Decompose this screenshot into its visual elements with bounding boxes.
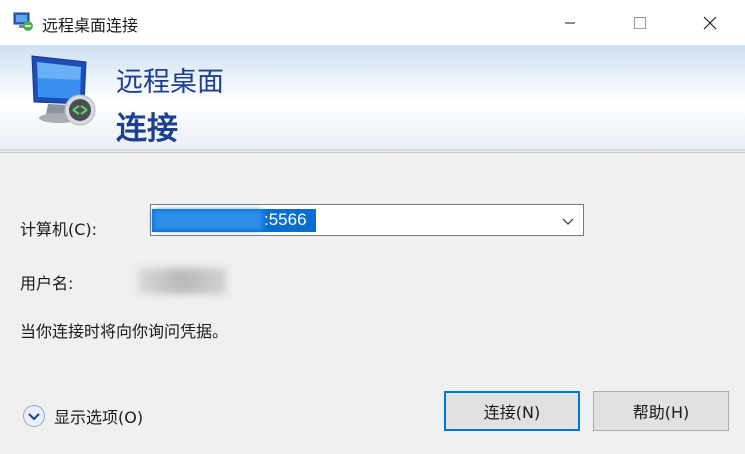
header-banner [0, 45, 745, 149]
banner-subtitle: 远程桌面 [116, 67, 224, 98]
maximize-button[interactable] [610, 0, 670, 45]
minimize-icon [565, 22, 575, 23]
connect-button[interactable]: 连接(N) [444, 391, 580, 431]
maximize-icon [634, 16, 646, 29]
close-button[interactable] [680, 0, 740, 45]
title-bar: 远程桌面连接 [0, 0, 745, 45]
chevron-down-icon[interactable] [561, 213, 575, 227]
show-options-label[interactable]: 显示选项(O) [54, 404, 143, 428]
computer-input-value[interactable]: :5566 [264, 210, 307, 230]
banner-divider-shadow [0, 152, 745, 153]
close-icon [703, 16, 717, 29]
banner-divider [0, 149, 745, 151]
username-label: 用户名: [20, 274, 74, 293]
credentials-notice: 当你连接时将向你询问凭据。 [20, 322, 229, 341]
expand-circle-icon[interactable] [22, 404, 46, 428]
redacted-username [138, 268, 226, 294]
window-title: 远程桌面连接 [42, 16, 139, 35]
computer-combobox[interactable]: :5566 [150, 204, 584, 236]
monitor-connection-icon [24, 52, 104, 132]
help-button[interactable]: 帮助(H) [593, 391, 729, 431]
minimize-button[interactable] [540, 0, 600, 45]
remote-desktop-icon [12, 10, 34, 32]
show-options-toggle[interactable]: 显示选项(O) [22, 404, 143, 428]
computer-label: 计算机(C): [20, 220, 98, 239]
redacted-address [153, 210, 263, 230]
banner-title: 连接 [116, 111, 178, 147]
